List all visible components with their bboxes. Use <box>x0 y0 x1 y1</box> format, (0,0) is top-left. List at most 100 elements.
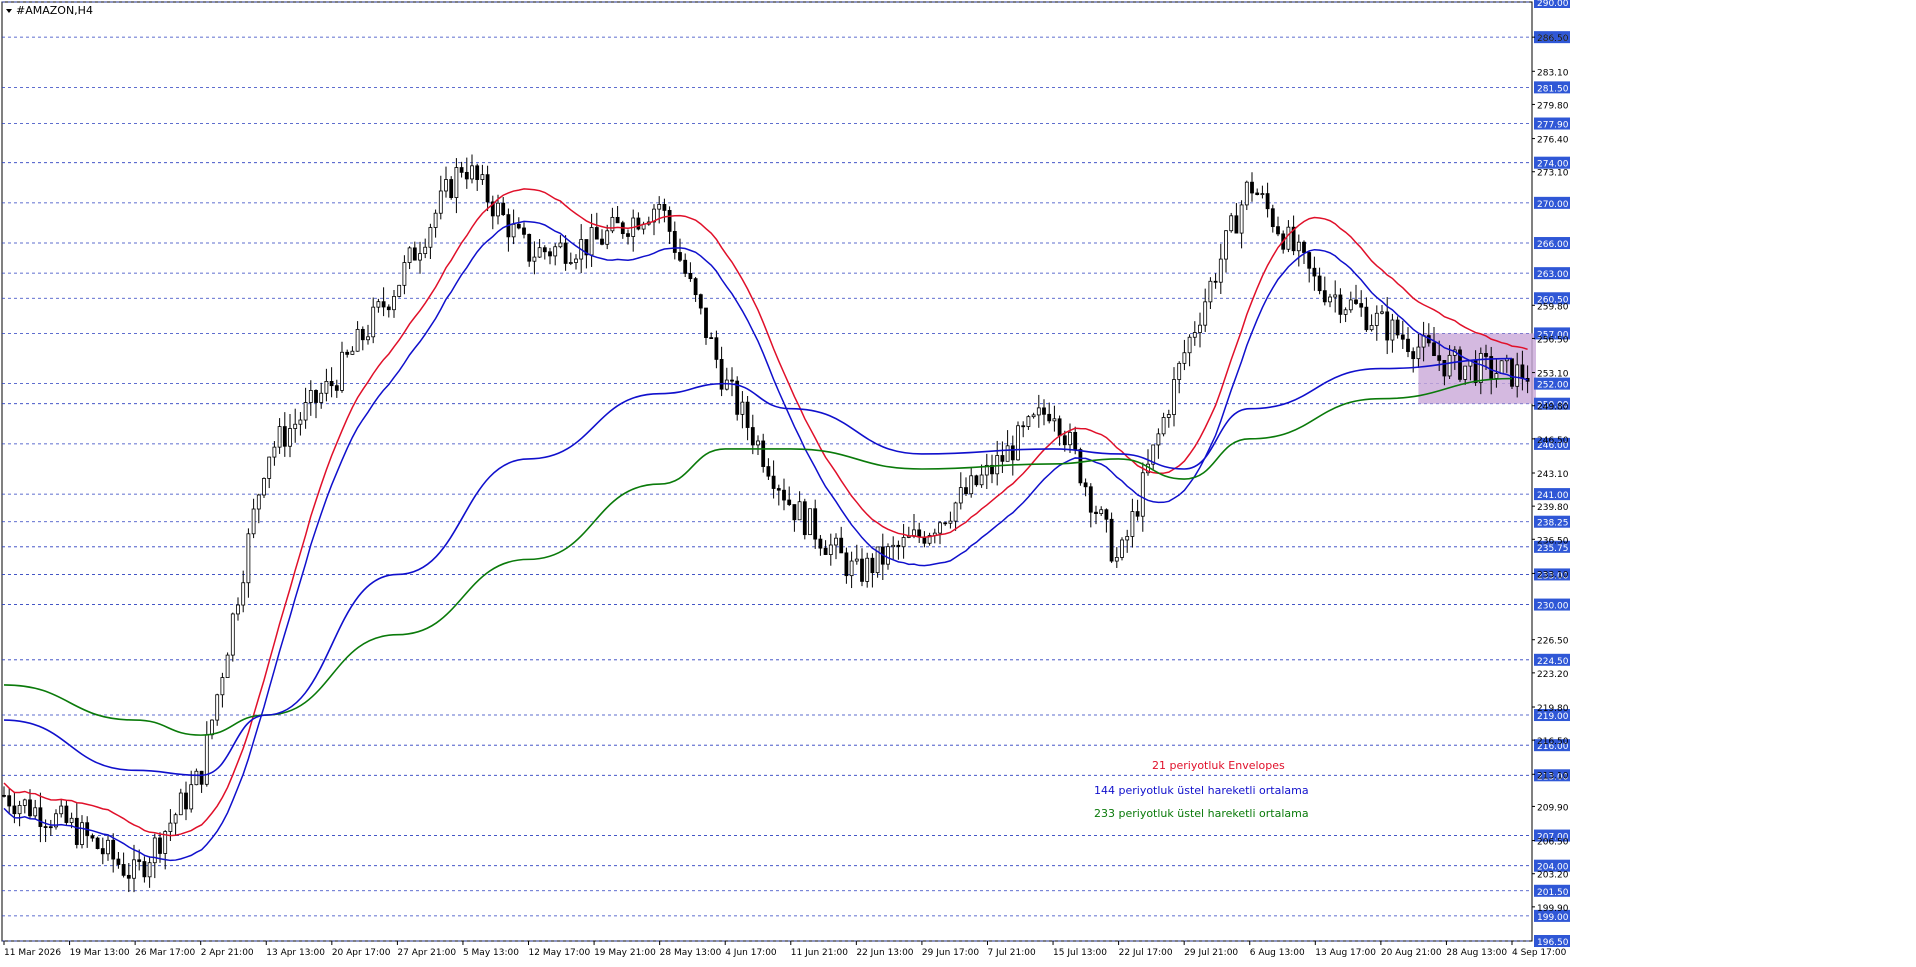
candle <box>1000 441 1005 473</box>
svg-text:270.00: 270.00 <box>1537 200 1569 210</box>
price-tick-label: 279.80 <box>1537 101 1569 111</box>
candle <box>324 368 329 402</box>
candle <box>683 253 688 278</box>
candle <box>1031 412 1036 419</box>
candle <box>735 376 740 421</box>
candle <box>891 536 896 560</box>
candle <box>475 163 480 191</box>
candle <box>33 799 38 819</box>
time-tick-label: 22 Jul 17:00 <box>1119 948 1173 958</box>
candle <box>532 241 537 275</box>
candle <box>444 166 448 198</box>
candle <box>189 770 194 813</box>
candle <box>1400 320 1405 349</box>
candle <box>1234 203 1239 234</box>
candle <box>1458 346 1462 382</box>
price-tick-label: 206.50 <box>1537 838 1569 848</box>
candle <box>802 498 807 540</box>
price-tick-label: 246.50 <box>1537 436 1569 446</box>
candle <box>100 837 105 865</box>
candle <box>95 836 100 850</box>
candle <box>230 612 235 662</box>
candle <box>1151 444 1156 470</box>
candle <box>1099 506 1104 516</box>
candle <box>1390 313 1395 353</box>
candle <box>241 570 246 613</box>
time-tick-label: 26 Mar 17:00 <box>135 948 195 958</box>
candle <box>501 197 506 217</box>
time-tick-label: 27 Apr 21:00 <box>397 948 456 958</box>
price-tick-label: 213.10 <box>1537 771 1569 781</box>
candle <box>1395 316 1400 339</box>
candle <box>990 454 994 484</box>
candle <box>558 235 563 249</box>
price-level-label: 281.50 <box>1534 81 1570 94</box>
candle <box>246 528 251 598</box>
candle <box>1276 216 1280 237</box>
candle <box>974 474 979 487</box>
candle <box>1255 188 1260 196</box>
price-level-label: 241.00 <box>1534 488 1570 501</box>
candle <box>402 255 407 295</box>
candle <box>449 176 454 200</box>
price-tick-label: 249.80 <box>1537 403 1569 413</box>
time-tick-label: 15 Jul 13:00 <box>1053 948 1107 958</box>
price-level-label: 290.00 <box>1534 0 1570 9</box>
candle <box>116 852 121 869</box>
candle <box>454 158 459 214</box>
candle <box>204 721 209 787</box>
time-tick-label: 2 Apr 21:00 <box>201 948 254 958</box>
candle <box>1010 435 1015 476</box>
candle <box>251 498 256 539</box>
candle <box>340 341 344 393</box>
svg-text:263.00: 263.00 <box>1537 270 1569 280</box>
candle <box>210 719 214 740</box>
chart-container[interactable]: 290.00 286.50 281.50 277.90 274.00 270.00 266.… <box>0 0 1916 963</box>
candle <box>225 652 230 678</box>
candle <box>1161 412 1166 437</box>
chevron-down-icon[interactable] <box>6 9 12 13</box>
candle <box>698 293 703 315</box>
candle <box>553 243 558 266</box>
candle <box>1016 421 1020 461</box>
svg-text:266.00: 266.00 <box>1537 240 1569 250</box>
price-tick-label: 259.80 <box>1537 302 1569 312</box>
candle <box>662 198 667 223</box>
candle <box>568 252 573 266</box>
candle <box>293 408 298 443</box>
candle <box>470 154 474 184</box>
time-tick-label: 28 Aug 13:00 <box>1446 948 1507 958</box>
candle <box>1172 367 1176 427</box>
price-level-label: 230.00 <box>1534 598 1570 612</box>
candle <box>428 223 433 259</box>
candle <box>407 246 412 270</box>
candle <box>85 816 90 848</box>
candle <box>459 161 464 178</box>
candle <box>272 441 277 466</box>
price-tick-label: 216.50 <box>1537 737 1569 747</box>
time-tick-label: 11 Jun 21:00 <box>791 948 848 958</box>
price-tick-label: 236.50 <box>1537 536 1569 546</box>
candle <box>152 833 157 879</box>
candle <box>38 792 43 843</box>
candle <box>756 435 760 456</box>
candle <box>823 540 828 556</box>
price-chart[interactable]: 290.00286.50281.50277.90274.00270.00266.… <box>0 0 1916 963</box>
candle <box>834 533 838 560</box>
symbol-title: #AMAZON,H4 <box>16 4 93 17</box>
time-tick-label: 20 Apr 17:00 <box>332 948 391 958</box>
candle <box>59 798 64 818</box>
candle <box>1239 200 1244 249</box>
price-tick-label: 273.10 <box>1537 169 1569 179</box>
candle <box>412 241 417 261</box>
candle <box>1104 508 1109 533</box>
svg-text:277.90: 277.90 <box>1537 121 1569 131</box>
candle <box>1042 399 1046 426</box>
time-tick-label: 4 Sep 17:00 <box>1512 948 1567 958</box>
candle <box>1057 415 1062 446</box>
svg-text:241.00: 241.00 <box>1537 491 1569 501</box>
candle <box>1265 182 1270 218</box>
svg-text:230.00: 230.00 <box>1537 602 1569 612</box>
candle <box>2 786 6 798</box>
candle <box>542 245 547 260</box>
